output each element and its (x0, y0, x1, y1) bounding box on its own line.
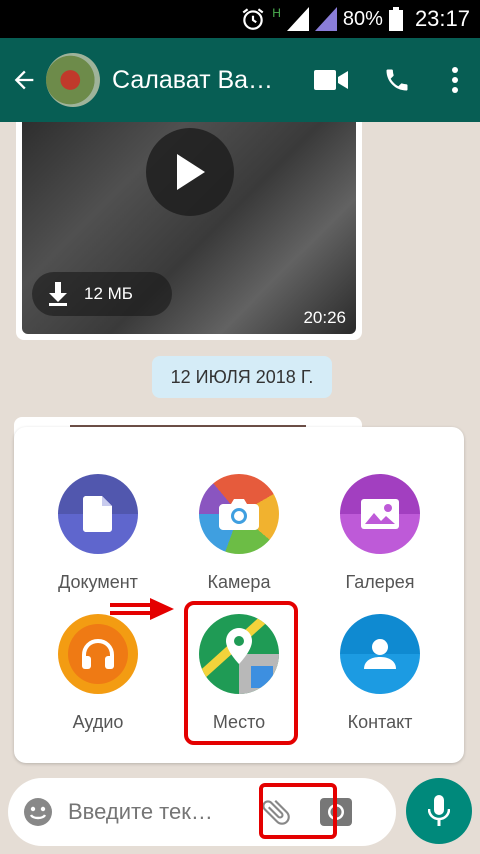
document-circle (58, 474, 138, 554)
camera-circle (199, 474, 279, 554)
clock: 23:17 (414, 6, 470, 31)
document-icon (83, 496, 112, 532)
phone-icon (386, 69, 408, 91)
highlight-location (184, 601, 298, 745)
headphones-icon (82, 638, 114, 669)
gallery-circle (340, 474, 420, 554)
more-vertical-icon (452, 67, 458, 93)
back-button[interactable] (2, 38, 46, 122)
gallery-label: Галерея (345, 572, 415, 592)
smiley-icon (24, 798, 52, 826)
gallery-icon (361, 499, 399, 529)
battery-icon (388, 7, 403, 31)
audio-circle (58, 614, 138, 694)
avatar[interactable] (46, 53, 100, 107)
network-type-icon: H (272, 6, 281, 20)
battery-percent: 80% (342, 7, 383, 30)
person-icon (364, 639, 396, 669)
camera-label: Камера (207, 572, 271, 592)
video-call-button[interactable] (298, 38, 364, 122)
arrow-left-icon (14, 70, 34, 90)
video-duration: 20:26 (303, 308, 346, 327)
video-camera-icon (314, 70, 348, 90)
attach-contact[interactable]: Контакт (310, 614, 450, 733)
contact-label: Контакт (347, 712, 413, 732)
attach-camera[interactable]: Камера (169, 474, 309, 593)
highlight-attach (259, 783, 337, 839)
signal-icon-2 (314, 7, 337, 31)
voice-record-button[interactable] (406, 778, 472, 844)
alarm-icon (242, 8, 264, 30)
emoji-button[interactable] (8, 778, 68, 846)
video-thumbnail[interactable]: 12 МБ 20:26 (22, 122, 356, 334)
contact-name[interactable]: Салават Ва… (112, 66, 282, 95)
audio-label: Аудио (72, 712, 124, 732)
video-size: 12 МБ (84, 284, 133, 303)
video-message[interactable]: 12 МБ 20:26 (16, 122, 362, 340)
microphone-icon (428, 795, 450, 826)
download-icon (49, 282, 67, 306)
message-input-bar (8, 778, 396, 846)
camera-icon (219, 499, 259, 530)
download-button[interactable]: 12 МБ (32, 272, 172, 316)
chat-header: Салават Ва… (0, 38, 480, 122)
contact-circle (340, 614, 420, 694)
attach-gallery[interactable]: Галерея (310, 474, 450, 593)
voice-call-button[interactable] (364, 38, 430, 122)
date-separator: 12 ИЮЛЯ 2018 Г. (152, 356, 332, 398)
status-bar: H 80% 23:17 (0, 0, 480, 38)
attach-document[interactable]: Документ (28, 474, 168, 593)
signal-icon-1 (286, 7, 309, 31)
play-button[interactable] (146, 128, 234, 216)
red-arrow-icon (110, 598, 174, 620)
document-label: Документ (58, 572, 138, 592)
more-options-button[interactable] (430, 38, 480, 122)
attach-audio[interactable]: Аудио (28, 614, 168, 733)
message-input[interactable] (68, 799, 238, 825)
play-icon (177, 154, 205, 190)
